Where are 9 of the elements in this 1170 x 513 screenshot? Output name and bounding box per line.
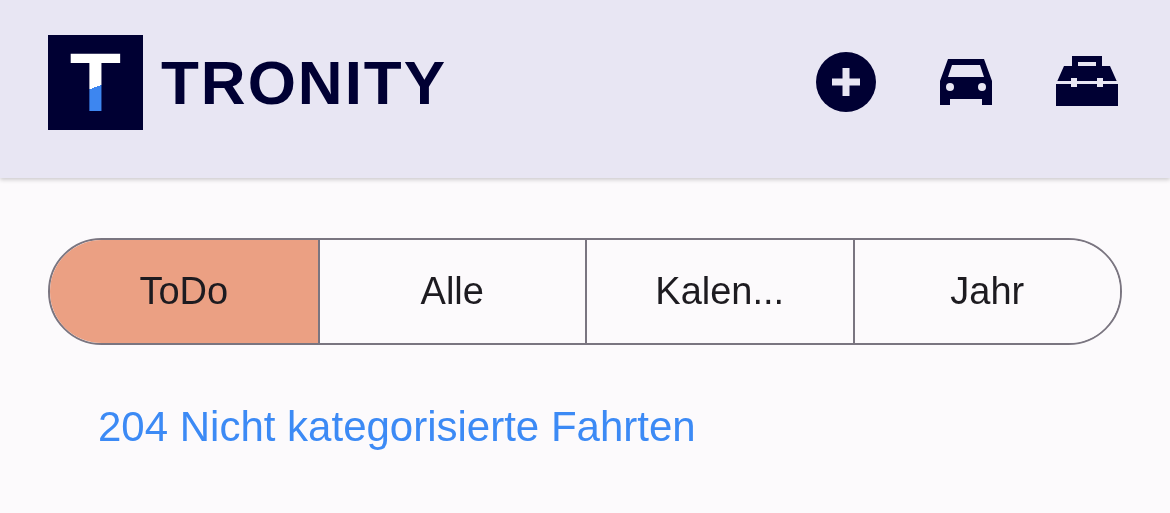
toolbox-button[interactable] — [1056, 56, 1118, 108]
toolbox-icon — [1056, 56, 1118, 108]
car-icon — [938, 57, 994, 107]
add-button[interactable] — [816, 52, 876, 112]
add-icon — [816, 52, 876, 112]
logo-text: TRONITY — [161, 46, 448, 118]
tab[interactable]: ToDo — [50, 240, 318, 343]
tab[interactable]: Jahr — [852, 240, 1120, 343]
car-button[interactable] — [938, 57, 994, 107]
